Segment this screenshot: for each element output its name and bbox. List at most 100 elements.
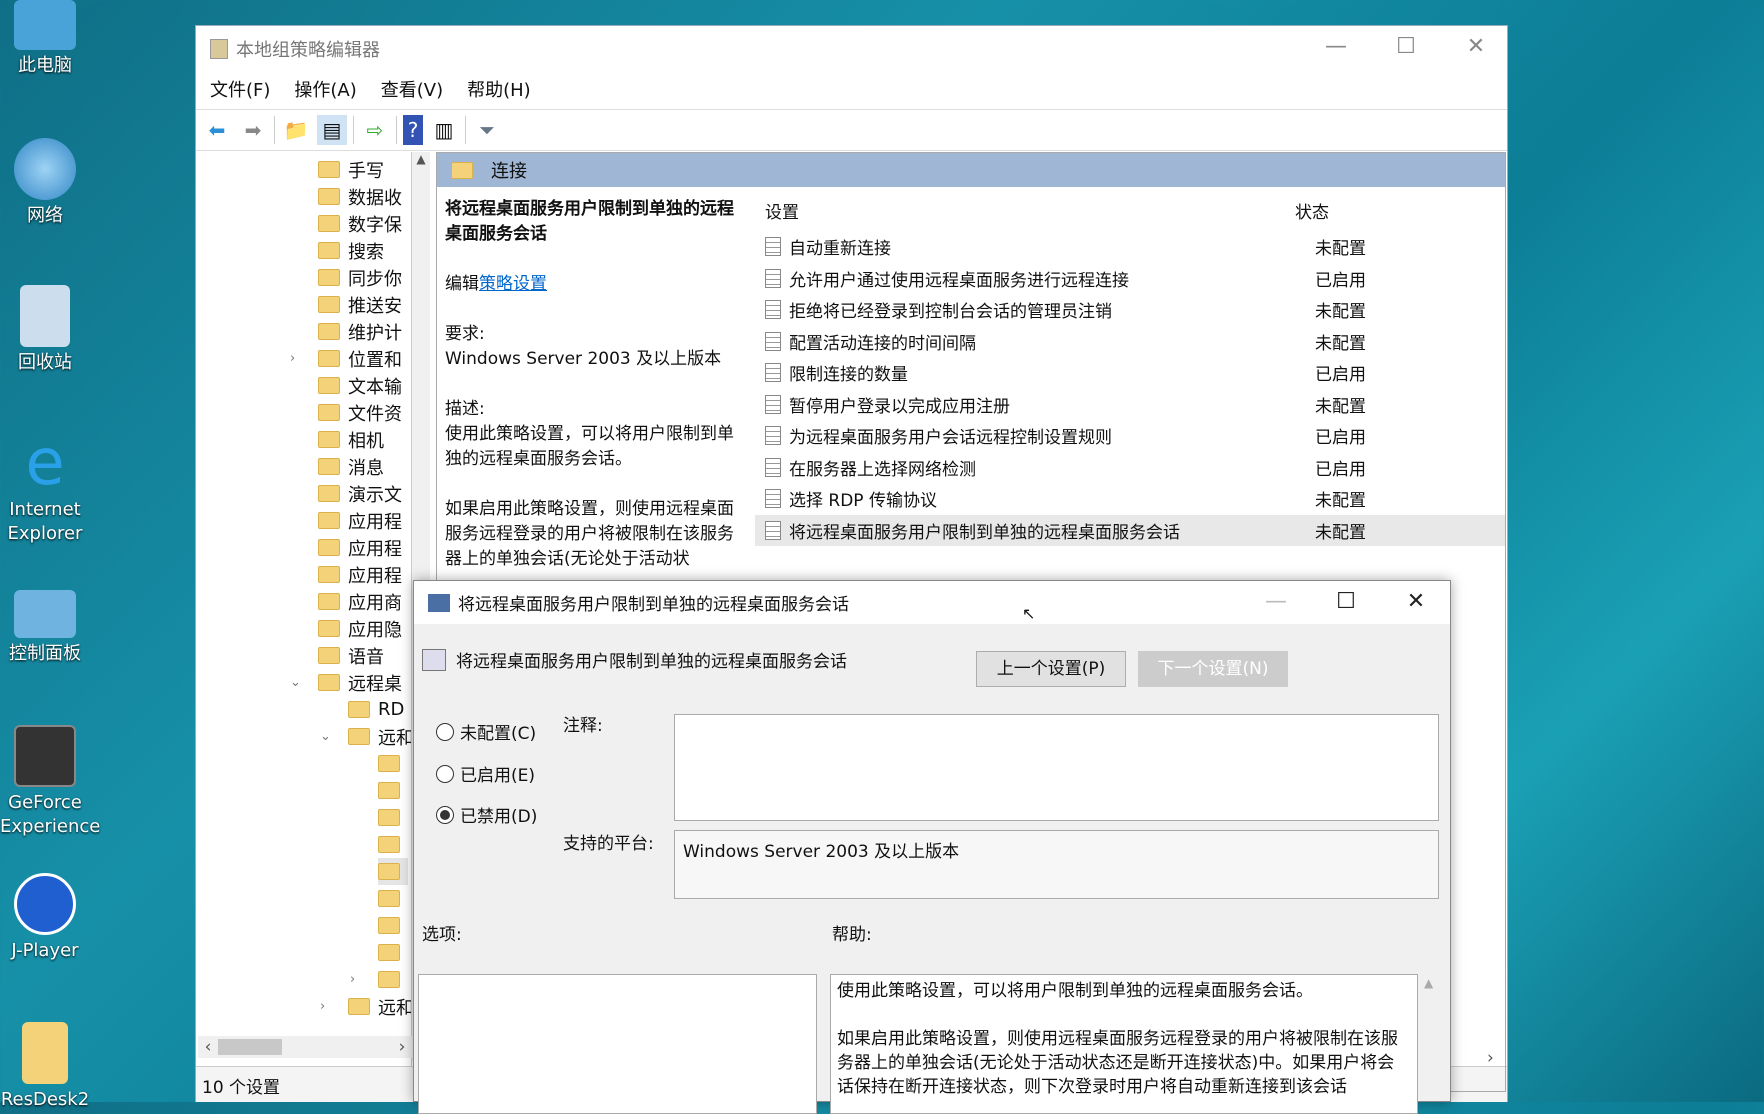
tree-node[interactable]: 语音 — [318, 642, 384, 669]
menu-help[interactable]: 帮助(H) — [467, 76, 531, 102]
menu-action[interactable]: 操作(A) — [294, 76, 356, 102]
next-setting-button[interactable]: 下一个设置(N) — [1138, 651, 1288, 687]
table-row[interactable]: 暂停用户登录以完成应用注册 未配置 — [755, 389, 1505, 420]
tree-node[interactable]: 应用商 — [318, 588, 402, 615]
previous-setting-button[interactable]: 上一个设置(P) — [976, 651, 1126, 687]
tree-node[interactable]: 文件资 — [318, 399, 402, 426]
radio-circle[interactable] — [436, 722, 454, 741]
tree-node[interactable]: 搜索 — [318, 237, 384, 264]
scroll-right-icon[interactable]: › — [1487, 1048, 1494, 1068]
export-list-icon[interactable]: ⇨ — [360, 115, 390, 145]
table-row[interactable]: 选择 RDP 传输协议 未配置 — [755, 483, 1505, 514]
desktop-icon-folder[interactable]: ResDesk2 — [0, 1022, 90, 1112]
dialog-minimize-button[interactable]: — — [1246, 589, 1306, 619]
folder-icon — [318, 512, 340, 529]
tree-node[interactable] — [378, 912, 408, 939]
minimize-button[interactable]: — — [1306, 34, 1366, 64]
expand-chevron-icon[interactable]: › — [320, 999, 325, 1014]
table-row[interactable]: 配置活动连接的时间间隔 未配置 — [755, 326, 1505, 357]
tree-node[interactable]: 相机 — [318, 426, 384, 453]
folder-icon — [318, 485, 340, 502]
tree-node[interactable]: 同步你 — [318, 264, 402, 291]
table-row[interactable]: 自动重新连接 未配置 — [755, 231, 1505, 262]
tree-node[interactable]: 手写 — [318, 156, 384, 183]
table-row[interactable]: 拒绝将已经登录到控制台会话的管理员注销 未配置 — [755, 294, 1505, 325]
tree-node[interactable]: 应用程 — [318, 561, 402, 588]
description-text: 使用此策略设置，可以将用户限制到单独的远程桌面服务会话。 — [445, 424, 734, 469]
dialog-close-button[interactable]: ✕ — [1386, 589, 1446, 619]
desktop-icon-jplayer[interactable]: J-Player — [0, 873, 90, 963]
desktop-icon-this-pc[interactable]: 此电脑 — [0, 0, 90, 78]
tree-node-label: 维护计 — [348, 322, 402, 344]
table-row[interactable]: 将远程桌面服务用户限制到单独的远程桌面服务会话 未配置 — [755, 514, 1505, 546]
radio-circle[interactable] — [436, 764, 454, 783]
radio-not-configured[interactable]: 未配置(C) — [436, 719, 536, 744]
menu-file[interactable]: 文件(F) — [210, 76, 270, 102]
folder-icon — [378, 917, 400, 934]
menu-view[interactable]: 查看(V) — [381, 76, 443, 102]
tree-node[interactable] — [378, 885, 408, 912]
tree-node[interactable]: 应用程 — [318, 534, 402, 561]
tree-node[interactable]: 推送安 — [318, 291, 402, 318]
column-state[interactable]: 状态 — [1295, 198, 1329, 223]
tree-node[interactable]: 应用程 — [318, 507, 402, 534]
desktop-icon-recycle-bin[interactable]: 回收站 — [0, 285, 90, 375]
folder-icon — [318, 188, 340, 205]
tree-node[interactable]: RD — [348, 696, 404, 723]
expand-chevron-icon[interactable]: › — [350, 972, 355, 987]
tree-node[interactable]: ⌄ 远程桌 — [290, 669, 402, 696]
radio-disabled[interactable]: 已禁用(D) — [436, 802, 537, 827]
tree-node[interactable] — [378, 831, 408, 858]
help-icon[interactable]: ? — [403, 115, 423, 145]
expand-chevron-icon[interactable]: › — [290, 351, 295, 366]
desktop-icon-geforce[interactable]: GeForce Experience — [0, 725, 100, 839]
tree-node[interactable] — [378, 750, 408, 777]
tree-horizontal-scrollbar[interactable]: ‹ › — [198, 1036, 412, 1058]
tree-node[interactable]: › 远和 — [320, 993, 411, 1020]
maximize-button[interactable]: ☐ — [1376, 34, 1436, 64]
forward-icon[interactable]: ➡ — [238, 115, 268, 145]
tree-node[interactable] — [378, 777, 408, 804]
tree-node[interactable]: 数字保 — [318, 210, 402, 237]
table-row[interactable]: 限制连接的数量 已启用 — [755, 357, 1505, 388]
desktop-icon-ie[interactable]: e Internet Explorer — [0, 431, 90, 546]
table-row[interactable]: 允许用户通过使用远程桌面服务进行远程连接 已启用 — [755, 263, 1505, 294]
tree-node[interactable] — [378, 939, 408, 966]
table-row[interactable]: 在服务器上选择网络检测 已启用 — [755, 452, 1505, 483]
scroll-left-icon[interactable]: ‹ — [198, 1037, 218, 1057]
show-action-pane-icon[interactable]: ▥ — [429, 115, 459, 145]
tree-node[interactable]: 维护计 — [318, 318, 402, 345]
tree-node[interactable] — [378, 804, 408, 831]
tree-node[interactable]: 文本输 — [318, 372, 402, 399]
scroll-up-icon[interactable]: ▲ — [412, 152, 430, 166]
expand-chevron-icon[interactable]: ⌄ — [290, 675, 301, 690]
tree-node[interactable]: 应用隐 — [318, 615, 402, 642]
show-hide-tree-icon[interactable]: ▤ — [317, 115, 347, 145]
comment-field[interactable] — [674, 714, 1439, 821]
desktop-icon-control-panel[interactable]: 控制面板 — [0, 590, 90, 666]
scroll-thumb[interactable] — [218, 1039, 282, 1055]
up-folder-icon[interactable]: 📁 — [281, 115, 311, 145]
tree-node[interactable]: 消息 — [318, 453, 384, 480]
radio-enabled[interactable]: 已启用(E) — [436, 761, 535, 786]
back-icon[interactable]: ⬅ — [202, 115, 232, 145]
dialog-maximize-button[interactable]: ☐ — [1316, 589, 1376, 619]
expand-chevron-icon[interactable]: ⌄ — [320, 729, 331, 744]
tree-node[interactable]: › — [350, 966, 408, 993]
description-text-2: 如果启用此策略设置，则使用远程桌面服务远程登录的用户将被限制在该服务器上的单独会… — [445, 499, 734, 569]
tree-node[interactable] — [378, 858, 408, 885]
filter-icon[interactable]: ⏷ — [472, 115, 502, 145]
folder-icon — [378, 782, 400, 799]
tree-node[interactable]: › 位置和 — [290, 345, 402, 372]
tree-node[interactable]: 演示文 — [318, 480, 402, 507]
close-button[interactable]: ✕ — [1446, 34, 1506, 64]
radio-circle[interactable] — [436, 805, 454, 824]
scroll-up-icon[interactable]: ▲ — [1424, 976, 1433, 990]
policy-settings-link[interactable]: 策略设置 — [479, 274, 547, 294]
scroll-right-icon[interactable]: › — [392, 1037, 412, 1057]
tree-node[interactable]: 数据收 — [318, 183, 402, 210]
desktop-icon-network[interactable]: 网络 — [0, 138, 90, 228]
tree-node[interactable]: ⌄ 远和 — [320, 723, 411, 750]
table-row[interactable]: 为远程桌面服务用户会话远程控制设置规则 已启用 — [755, 420, 1505, 451]
column-setting[interactable]: 设置 — [765, 198, 799, 223]
